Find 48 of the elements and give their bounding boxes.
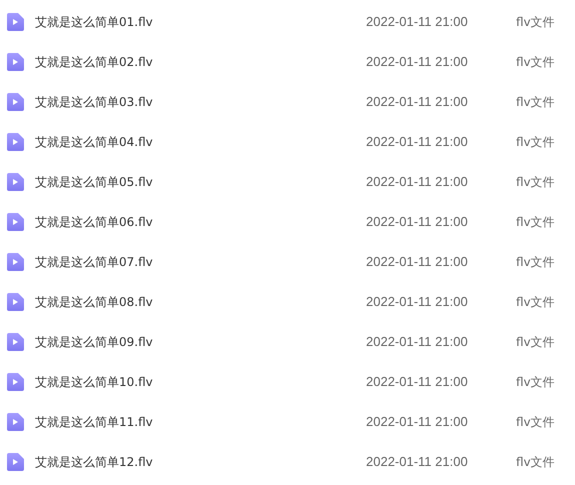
video-file-icon[interactable]	[7, 333, 24, 351]
modified-date: 2022-01-11 21:00	[366, 133, 469, 152]
video-file-icon[interactable]	[7, 133, 24, 151]
file-name[interactable]: 艾就是这么简单12.flv	[35, 453, 366, 471]
file-name[interactable]: 艾就是这么简单01.flv	[35, 13, 366, 31]
modified-date: 2022-01-11 21:00	[366, 173, 469, 192]
modified-date: 2022-01-11 21:00	[366, 453, 469, 472]
modified-date: 2022-01-11 21:00	[366, 93, 469, 112]
video-file-icon[interactable]	[7, 213, 24, 231]
video-file-icon[interactable]	[7, 93, 24, 111]
file-type: flv文件	[516, 334, 555, 351]
modified-date: 2022-01-11 21:00	[366, 253, 469, 272]
file-name[interactable]: 艾就是这么简单07.flv	[35, 253, 366, 271]
file-type: flv文件	[516, 214, 555, 231]
video-file-icon[interactable]	[7, 453, 24, 471]
file-type: flv文件	[516, 454, 555, 471]
file-type: flv文件	[516, 414, 555, 431]
file-type: flv文件	[516, 14, 555, 31]
modified-date: 2022-01-11 21:00	[366, 53, 469, 72]
video-file-icon[interactable]	[7, 13, 24, 31]
video-file-icon[interactable]	[7, 413, 24, 431]
file-type: flv文件	[516, 54, 555, 71]
file-type: flv文件	[516, 174, 555, 191]
file-name[interactable]: 艾就是这么简单08.flv	[35, 293, 366, 311]
file-type: flv文件	[516, 294, 555, 311]
modified-date: 2022-01-11 21:00	[366, 213, 469, 232]
file-type: flv文件	[516, 374, 555, 391]
file-name[interactable]: 艾就是这么简单06.flv	[35, 213, 366, 231]
file-name[interactable]: 艾就是这么简单09.flv	[35, 333, 366, 351]
file-name[interactable]: 艾就是这么简单05.flv	[35, 173, 366, 191]
file-name[interactable]: 艾就是这么简单11.flv	[35, 413, 366, 431]
file-name[interactable]: 艾就是这么简单10.flv	[35, 373, 366, 391]
modified-date: 2022-01-11 21:00	[366, 13, 469, 32]
file-name[interactable]: 艾就是这么简单03.flv	[35, 93, 366, 111]
video-file-icon[interactable]	[7, 173, 24, 191]
video-file-icon[interactable]	[7, 53, 24, 71]
video-file-icon[interactable]	[7, 373, 24, 391]
modified-date: 2022-01-11 21:00	[366, 293, 469, 312]
modified-date: 2022-01-11 21:00	[366, 413, 469, 432]
file-name[interactable]: 艾就是这么简单02.flv	[35, 53, 366, 71]
file-type: flv文件	[516, 254, 555, 271]
modified-date: 2022-01-11 21:00	[366, 333, 469, 352]
file-type: flv文件	[516, 134, 555, 151]
file-name[interactable]: 艾就是这么简单04.flv	[35, 133, 366, 151]
modified-date: 2022-01-11 21:00	[366, 373, 469, 392]
video-file-icon[interactable]	[7, 253, 24, 271]
video-file-icon[interactable]	[7, 293, 24, 311]
file-type: flv文件	[516, 94, 555, 111]
